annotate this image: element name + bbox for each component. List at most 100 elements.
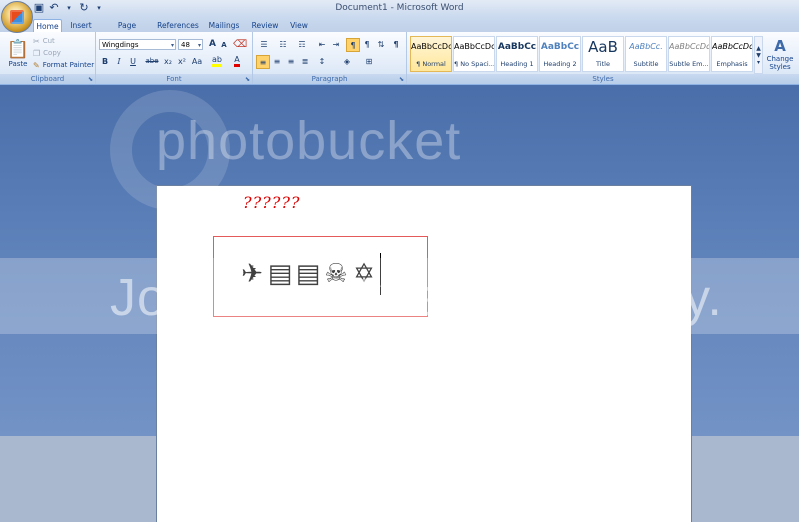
highlighter-icon: ab (212, 55, 222, 67)
rtl-icon: ¶ (350, 40, 356, 50)
chevron-down-icon: ▾ (170, 42, 174, 49)
title-bar: ▣ ↶ ▾ ↻ ▾ Document1 - Microsoft Word (0, 0, 799, 18)
ltr-button[interactable]: ¶ (361, 38, 373, 50)
align-left-icon: ≡ (259, 57, 267, 67)
office-logo-icon (10, 10, 24, 24)
borders-button[interactable]: ⊞ (361, 55, 377, 67)
style-heading-2[interactable]: AaBbCc Heading 2 (539, 36, 581, 72)
sort-button[interactable]: ⇅ (375, 38, 387, 50)
bold-button[interactable]: B (99, 55, 111, 67)
font-color-button[interactable]: A (230, 55, 244, 67)
scissors-icon: ✂ (33, 36, 40, 46)
strikethrough-button[interactable]: abe (144, 55, 160, 67)
tab-mailings[interactable]: Mailings (207, 19, 241, 32)
bullets-button[interactable]: ☰ (256, 38, 272, 50)
style-normal[interactable]: AaBbCcDc ¶ Normal (410, 36, 452, 72)
increase-indent-icon: ⇥ (332, 39, 340, 49)
chevron-down-icon: ▾ (197, 42, 201, 49)
style-title[interactable]: AaB Title (582, 36, 624, 72)
underline-button[interactable]: U (127, 55, 139, 67)
align-center-button[interactable]: ≡ (271, 55, 283, 67)
ribbon: 📋 Paste ✂ Cut ❐ Copy ✎ Format Painter Cl… (0, 32, 799, 85)
cut-button[interactable]: ✂ Cut (33, 36, 55, 46)
font-size-combo[interactable]: 48 ▾ (178, 39, 203, 50)
font-group: Wingdings ▾ 48 ▾ A A ⌫ B I U abe x₂ x² Aa … (96, 32, 253, 84)
format-painter-button[interactable]: ✎ Format Painter (33, 60, 94, 70)
multilevel-list-icon: ☶ (298, 39, 306, 49)
clipboard-icon: 📋 (6, 38, 30, 60)
style-subtitle[interactable]: AaBbCc. Subtitle (625, 36, 667, 72)
align-center-icon: ≡ (273, 56, 281, 66)
italic-button[interactable]: I (113, 55, 125, 67)
brush-icon: ✎ (33, 60, 40, 70)
change-styles-button[interactable]: A Change Styles (763, 35, 797, 73)
change-styles-icon: A (774, 37, 786, 55)
tab-references[interactable]: References (157, 19, 199, 32)
chevron-up-icon: ▲ (756, 44, 761, 52)
pilcrow-icon: ¶ (393, 39, 399, 49)
tab-home[interactable]: Home (33, 19, 62, 33)
clear-formatting-button[interactable]: ⌫ (233, 38, 247, 50)
line-spacing-icon: ↕ (318, 56, 326, 66)
numbered-list-icon: ☷ (279, 39, 287, 49)
tab-insert[interactable]: Insert (66, 19, 96, 32)
dialog-launcher-icon[interactable]: ⬊ (399, 76, 404, 83)
styles-group-label: Styles (407, 74, 799, 84)
office-button[interactable] (1, 1, 33, 33)
change-case-button[interactable]: Aa (190, 55, 204, 67)
grow-font-button[interactable]: A (207, 38, 218, 50)
paste-button[interactable]: 📋 Paste (5, 35, 31, 71)
styles-group: AaBbCcDc ¶ Normal AaBbCcDc ¶ No Spaci...… (407, 32, 799, 84)
borders-icon: ⊞ (365, 56, 373, 66)
decrease-indent-button[interactable]: ⇤ (316, 38, 328, 50)
paint-bucket-icon: ◈ (343, 56, 351, 66)
style-subtle-emphasis[interactable]: AaBbCcDc Subtle Em... (668, 36, 710, 72)
shading-button[interactable]: ◈ (339, 55, 355, 67)
align-right-icon: ≡ (287, 56, 295, 66)
justify-icon: ≣ (301, 56, 309, 66)
style-no-spacing[interactable]: AaBbCcDc ¶ No Spaci... (453, 36, 495, 72)
superscript-button[interactable]: x² (176, 55, 188, 67)
clipboard-group-label: Clipboard (0, 74, 95, 84)
ribbon-tabs: Home Insert Page Layout References Maili… (0, 18, 799, 43)
decrease-indent-icon: ⇤ (318, 39, 326, 49)
document-page[interactable]: ?????? ✈ ▤ ▤ ☠ ✡ (156, 185, 692, 522)
bullet-list-icon: ☰ (260, 39, 268, 49)
dialog-launcher-icon[interactable]: ⬊ (245, 76, 250, 83)
line-spacing-button[interactable]: ↕ (316, 55, 328, 67)
justify-button[interactable]: ≣ (299, 55, 311, 67)
sort-icon: ⇅ (377, 39, 385, 49)
styles-scroll[interactable]: ▲ ▼ ▾ (754, 36, 763, 74)
heading-text: ?????? (243, 193, 301, 212)
style-heading-1[interactable]: AaBbCc Heading 1 (496, 36, 538, 72)
align-right-button[interactable]: ≡ (285, 55, 297, 67)
clipboard-group: 📋 Paste ✂ Cut ❐ Copy ✎ Format Painter Cl… (0, 32, 96, 84)
multilevel-list-button[interactable]: ☶ (294, 38, 310, 50)
more-icon: ▾ (756, 58, 760, 66)
dialog-launcher-icon[interactable]: ⬊ (88, 76, 93, 83)
copy-icon: ❐ (33, 48, 41, 58)
show-marks-button[interactable]: ¶ (390, 38, 402, 50)
rtl-button[interactable]: ¶ (346, 38, 360, 52)
font-group-label: Font (96, 74, 252, 84)
font-name-combo[interactable]: Wingdings ▾ (99, 39, 176, 50)
ltr-icon: ¶ (364, 39, 370, 49)
tab-view[interactable]: View (287, 19, 311, 32)
tab-page-layout[interactable]: Page Layout (104, 19, 150, 43)
align-left-button[interactable]: ≡ (256, 55, 270, 69)
highlight-button[interactable]: ab (210, 55, 224, 67)
style-emphasis[interactable]: AaBbCcDc Emphasis (711, 36, 753, 72)
paragraph-group-label: Paragraph (253, 74, 406, 84)
watermark-brand: photobucket (156, 111, 462, 171)
subscript-button[interactable]: x₂ (162, 55, 174, 67)
chevron-down-icon: ▼ (756, 51, 761, 59)
window-title: Document1 - Microsoft Word (335, 3, 464, 13)
eraser-icon: ⌫ (232, 38, 248, 50)
shrink-font-button[interactable]: A (219, 40, 229, 50)
increase-indent-button[interactable]: ⇥ (330, 38, 342, 50)
paragraph-group: ☰ ☷ ☶ ⇤ ⇥ ¶ ¶ ⇅ ¶ ≡ ≡ ≡ ≣ ↕ ◈ ⊞ Paragrap… (253, 32, 407, 84)
copy-button[interactable]: ❐ Copy (33, 48, 61, 58)
watermark-slogan: Join free. Share privately. (110, 269, 723, 327)
numbering-button[interactable]: ☷ (275, 38, 291, 50)
tab-review[interactable]: Review (249, 19, 281, 32)
